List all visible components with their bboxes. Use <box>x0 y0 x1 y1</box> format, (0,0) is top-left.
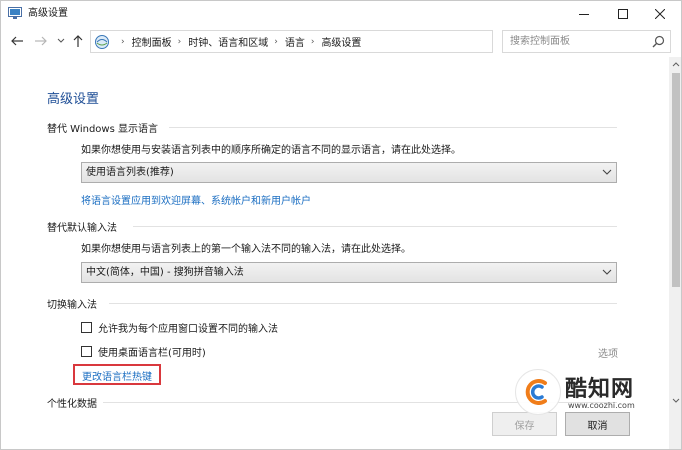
default-input-header: 替代默认输入法 <box>47 223 117 234</box>
navigation-bar: › 控制面板 › 时钟、语言和区域 › 语言 › 高级设置 搜索控制面板 <box>1 27 681 57</box>
display-language-header: 替代 Windows 显示语言 <box>47 124 158 135</box>
page-title: 高级设置 <box>47 92 100 107</box>
language-bar-options-link[interactable]: 选项 <box>598 345 618 360</box>
breadcrumb-separator-icon: › <box>310 36 315 47</box>
control-panel-icon <box>95 35 109 49</box>
switch-input-header: 切换输入法 <box>47 300 97 311</box>
section-divider <box>133 226 617 227</box>
breadcrumb: › 控制面板 › 时钟、语言和区域 › 语言 › 高级设置 <box>115 31 361 52</box>
personalization-header: 个性化数据 <box>47 399 97 410</box>
watermark-url: www.coozhi.com <box>568 401 635 410</box>
breadcrumb-advanced-settings[interactable]: 高级设置 <box>321 34 361 49</box>
search-icon[interactable] <box>652 35 665 48</box>
maximize-button[interactable] <box>606 1 640 26</box>
arrow-left-icon <box>11 36 23 46</box>
scroll-up-button[interactable] <box>669 57 681 71</box>
close-icon <box>655 8 665 19</box>
breadcrumb-language[interactable]: 语言 <box>285 34 305 49</box>
title-bar: 高级设置 <box>1 1 681 26</box>
language-bar-label: 使用桌面语言栏(可用时) <box>98 348 206 359</box>
forward-button[interactable] <box>33 33 49 49</box>
arrow-right-icon <box>35 36 47 46</box>
display-language-selected: 使用语言列表(推荐) <box>86 167 174 178</box>
default-input-description: 如果你想使用与语言列表上的第一个输入法不同的输入法，请在此处选择。 <box>81 244 411 255</box>
highlight-annotation <box>73 364 161 385</box>
default-input-dropdown[interactable]: 中文(简体，中国) - 搜狗拼音输入法 <box>81 262 617 283</box>
section-divider <box>169 127 617 128</box>
up-button[interactable] <box>70 33 86 49</box>
language-bar-option[interactable]: 使用桌面语言栏(可用时) <box>81 344 206 359</box>
breadcrumb-separator-icon: › <box>177 36 182 47</box>
address-bar[interactable]: › 控制面板 › 时钟、语言和区域 › 语言 › 高级设置 <box>90 30 579 53</box>
close-button[interactable] <box>643 1 677 26</box>
search-box[interactable]: 搜索控制面板 <box>502 30 671 53</box>
scrollbar-thumb[interactable] <box>672 73 680 287</box>
back-button[interactable] <box>9 33 25 49</box>
breadcrumb-separator-icon: › <box>274 36 278 47</box>
settings-window: 高级设置 › 控制面板 › 时钟、语言和区域 › 语言 › 高级设置 搜索控制面… <box>0 0 682 450</box>
per-app-input-checkbox[interactable] <box>81 322 92 333</box>
watermark-brand: 酷知网 <box>565 377 635 402</box>
chevron-down-icon <box>602 169 612 175</box>
minimize-icon <box>579 13 589 15</box>
breadcrumb-clock-language-region[interactable]: 时钟、语言和区域 <box>188 34 268 49</box>
chevron-down-icon <box>57 38 65 43</box>
scroll-down-button[interactable] <box>669 393 681 407</box>
breadcrumb-control-panel[interactable]: 控制面板 <box>132 34 172 49</box>
arrow-up-icon <box>73 35 83 47</box>
vertical-scrollbar[interactable] <box>669 57 681 449</box>
recent-locations-button[interactable] <box>53 33 69 49</box>
section-divider <box>109 303 617 304</box>
watermark-logo-icon <box>515 369 561 415</box>
watermark: 酷知网 www.coozhi.com <box>515 367 665 419</box>
window-title: 高级设置 <box>28 8 68 19</box>
chevron-down-icon <box>602 269 612 275</box>
language-bar-checkbox[interactable] <box>81 346 92 357</box>
chevron-down-icon <box>672 398 680 403</box>
per-app-input-label: 允许我为每个应用窗口设置不同的输入法 <box>98 324 278 335</box>
chevron-up-icon <box>672 61 680 66</box>
display-language-description: 如果你想使用与安装语言列表中的顺序所确定的语言不同的显示语言，请在此处选择。 <box>81 145 461 156</box>
per-app-input-option[interactable]: 允许我为每个应用窗口设置不同的输入法 <box>81 320 278 335</box>
search-input[interactable]: 搜索控制面板 <box>510 31 570 52</box>
maximize-icon <box>618 8 628 19</box>
display-language-dropdown[interactable]: 使用语言列表(推荐) <box>81 162 617 183</box>
breadcrumb-separator-icon: › <box>121 36 125 47</box>
default-input-selected: 中文(简体，中国) - 搜狗拼音输入法 <box>86 267 244 278</box>
apply-language-settings-link[interactable]: 将语言设置应用到欢迎屏幕、系统帐户和新用户帐户 <box>81 192 311 207</box>
control-panel-app-icon <box>8 7 22 19</box>
minimize-button[interactable] <box>567 1 601 26</box>
